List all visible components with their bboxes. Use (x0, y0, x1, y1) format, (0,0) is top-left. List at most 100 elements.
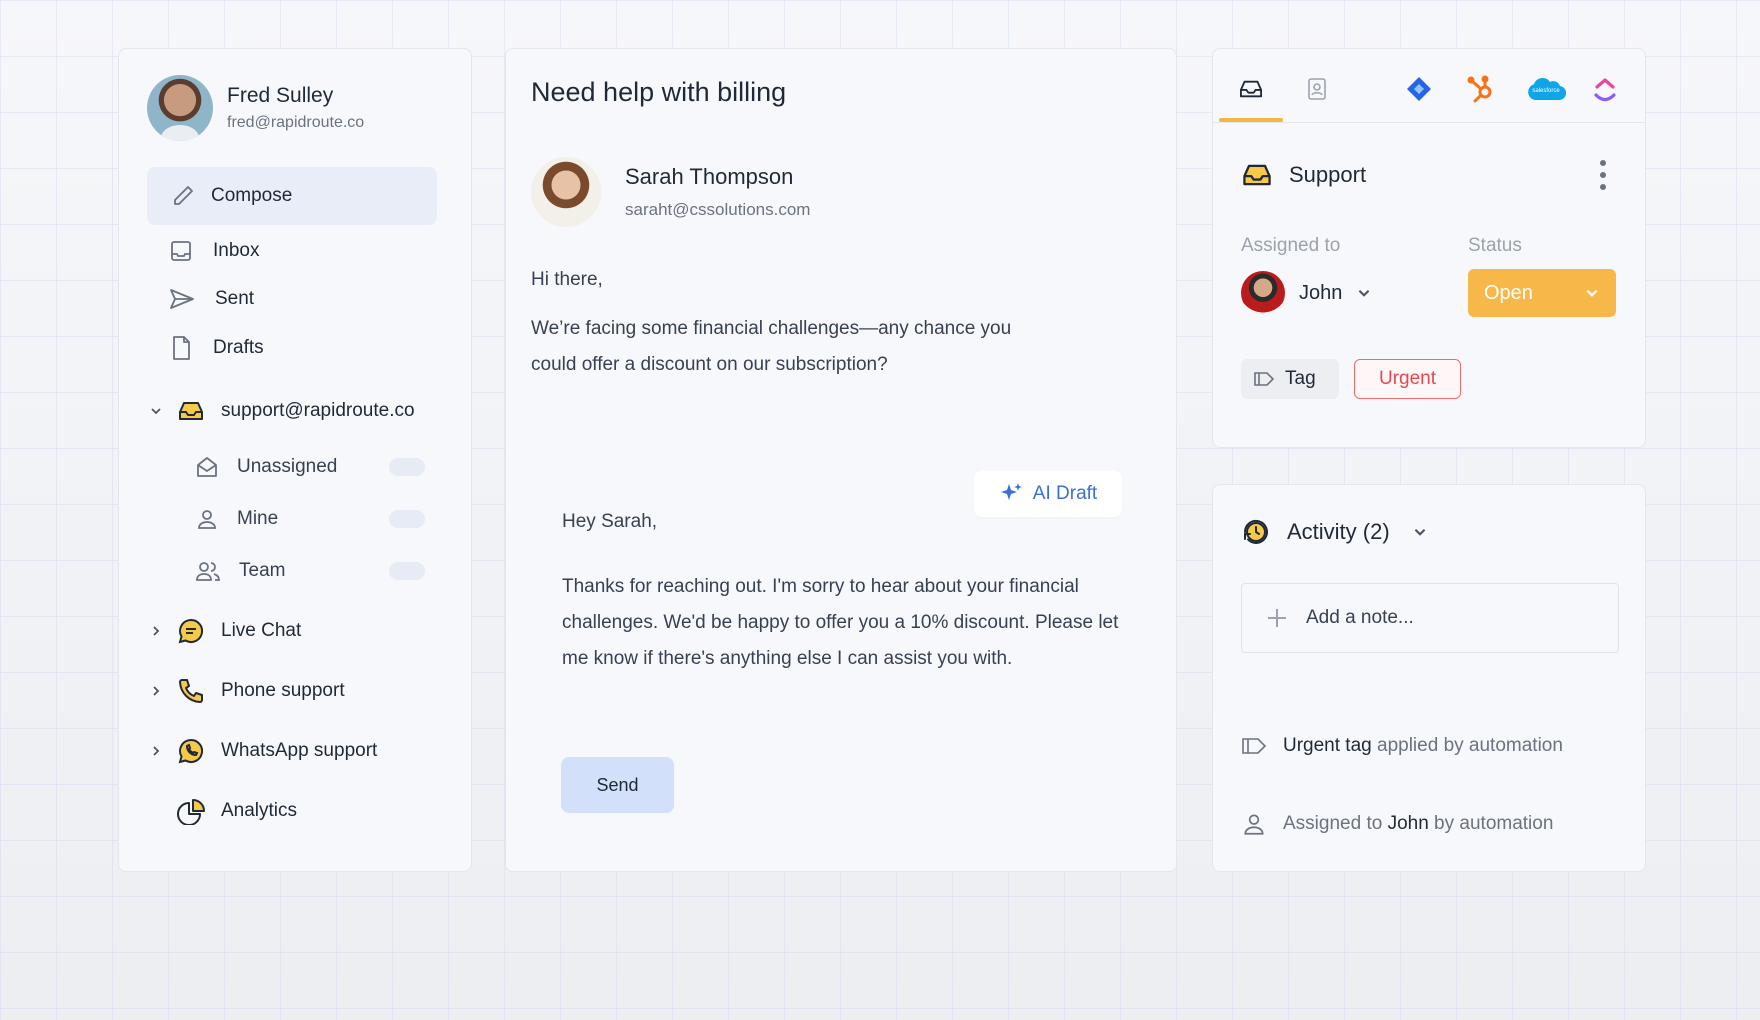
more-options-icon[interactable] (1599, 159, 1607, 196)
tab-contact[interactable] (1297, 69, 1337, 109)
channel-label: WhatsApp support (221, 740, 378, 761)
channel-phone-support[interactable]: Phone support (147, 677, 345, 705)
sidebar-item-label: Analytics (221, 800, 298, 821)
tab-salesforce[interactable]: salesforce (1523, 69, 1569, 109)
urgent-tag[interactable]: Urgent (1354, 359, 1461, 399)
sparkle-icon (1000, 483, 1022, 500)
plus-icon (1268, 609, 1286, 627)
activity-panel: Activity (2) Add a note... Urgent tag ap… (1212, 484, 1646, 872)
avatar (147, 75, 213, 141)
sidebar-item-unassigned[interactable]: Unassigned (195, 455, 425, 479)
channel-whatsapp-support[interactable]: WhatsApp support (147, 737, 377, 765)
inbox-header: Support (1241, 161, 1366, 189)
sidebar-item-mine[interactable]: Mine (195, 507, 425, 531)
status-dropdown[interactable]: Open (1468, 269, 1616, 317)
avatar (1241, 271, 1285, 315)
assignee-name: John (1299, 281, 1343, 304)
user-profile[interactable]: Fred Sulley fred@rapidroute.co (147, 75, 364, 141)
user-email: fred@rapidroute.co (227, 114, 365, 131)
chat-icon (177, 617, 205, 645)
user-icon (1244, 814, 1264, 835)
inbox-icon (171, 241, 191, 261)
chevron-right-icon (147, 682, 165, 700)
send-button[interactable]: Send (561, 757, 674, 813)
activity-toggle[interactable]: Activity (2) (1241, 517, 1428, 547)
history-icon (1243, 520, 1268, 544)
whatsapp-icon (177, 737, 205, 765)
message-body: We’re facing some financial challenges—a… (531, 318, 1012, 375)
pie-chart-icon (177, 797, 205, 825)
inbox-tray-icon (1243, 164, 1271, 186)
activity-entry-text: by automation (1428, 813, 1554, 834)
count-badge (389, 510, 425, 528)
sidebar-item-analytics[interactable]: Analytics (177, 797, 297, 825)
tab-jira[interactable] (1399, 69, 1439, 109)
tag-icon (1254, 372, 1275, 386)
contact-card-icon (1308, 78, 1326, 100)
chevron-down-icon (147, 402, 165, 420)
activity-entry-prefix: Assigned to (1283, 813, 1388, 834)
avatar (531, 157, 601, 227)
send-icon (170, 289, 194, 309)
activity-entry: Assigned to John by automation (1241, 811, 1553, 837)
inbox-tray-icon (177, 397, 205, 425)
sidebar-item-label: Mine (237, 508, 279, 529)
ai-draft-button[interactable]: AI Draft (974, 471, 1122, 517)
sidebar-item-label: Drafts (213, 337, 264, 358)
message-greeting: Hi there, (531, 269, 603, 290)
sidebar-item-inbox[interactable]: Inbox (169, 239, 259, 263)
sidebar-item-label: Sent (215, 288, 255, 309)
inbox-icon (1240, 80, 1263, 98)
reply-greeting[interactable]: Hey Sarah, (562, 511, 657, 533)
note-placeholder: Add a note... (1306, 607, 1414, 628)
chevron-right-icon (147, 742, 165, 760)
reply-body[interactable]: Thanks for reaching out. I'm sorry to he… (562, 569, 1122, 677)
count-badge (389, 458, 425, 476)
envelope-open-icon (197, 457, 217, 477)
salesforce-logo-text: salesforce (1532, 88, 1560, 94)
activity-entry-subject: John (1387, 813, 1429, 834)
chevron-down-icon (1414, 528, 1425, 536)
status-value: Open (1484, 281, 1533, 304)
mailbox-support[interactable]: support@rapidroute.co (147, 397, 415, 425)
hubspot-icon (1467, 75, 1492, 103)
clickup-icon (1594, 78, 1616, 102)
inbox-name: Support (1289, 162, 1367, 187)
compose-button[interactable]: Compose (147, 167, 437, 225)
tab-hubspot[interactable] (1461, 69, 1501, 109)
tab-clickup[interactable] (1585, 69, 1625, 109)
compose-label: Compose (211, 185, 293, 206)
sidebar-item-label: Inbox (213, 240, 260, 261)
sender-name: Sarah Thompson (625, 164, 794, 189)
jira-icon (1407, 77, 1431, 101)
sidebar-item-team[interactable]: Team (195, 559, 425, 583)
assigned-to-label: Assigned to (1241, 235, 1341, 256)
chevron-down-icon (1586, 289, 1598, 297)
channel-label: Phone support (221, 680, 345, 701)
file-icon (173, 336, 190, 360)
phone-icon (177, 677, 205, 705)
user-icon (198, 510, 216, 529)
integration-tabs: salesforce (1213, 49, 1645, 123)
sidebar-item-drafts[interactable]: Drafts (169, 335, 264, 361)
conversation-details: salesforce Support Assigned to Status Jo… (1212, 48, 1646, 448)
chevron-right-icon (147, 622, 165, 640)
user-name: Fred Sulley (227, 84, 334, 107)
tab-inbox[interactable] (1219, 69, 1283, 122)
activity-entry-subject: Urgent tag (1283, 735, 1372, 756)
activity-entry: Urgent tag applied by automation (1241, 735, 1563, 757)
sender-email: saraht@cssolutions.com (625, 200, 811, 219)
message-pane: Need help with billing Sarah Thompson sa… (505, 48, 1177, 872)
users-icon (196, 562, 220, 581)
salesforce-icon: salesforce (1528, 78, 1566, 101)
message-subject: Need help with billing (531, 77, 787, 107)
channel-live-chat[interactable]: Live Chat (147, 617, 301, 645)
pencil-icon (174, 186, 193, 205)
status-label: Status (1468, 235, 1522, 256)
sidebar-item-sent[interactable]: Sent (169, 287, 254, 311)
add-note-input[interactable]: Add a note... (1241, 583, 1619, 653)
add-tag-button[interactable]: Tag (1241, 359, 1339, 399)
channel-label: Live Chat (221, 620, 302, 641)
tag-icon (1242, 738, 1267, 754)
assignee-dropdown[interactable]: John (1241, 271, 1372, 315)
